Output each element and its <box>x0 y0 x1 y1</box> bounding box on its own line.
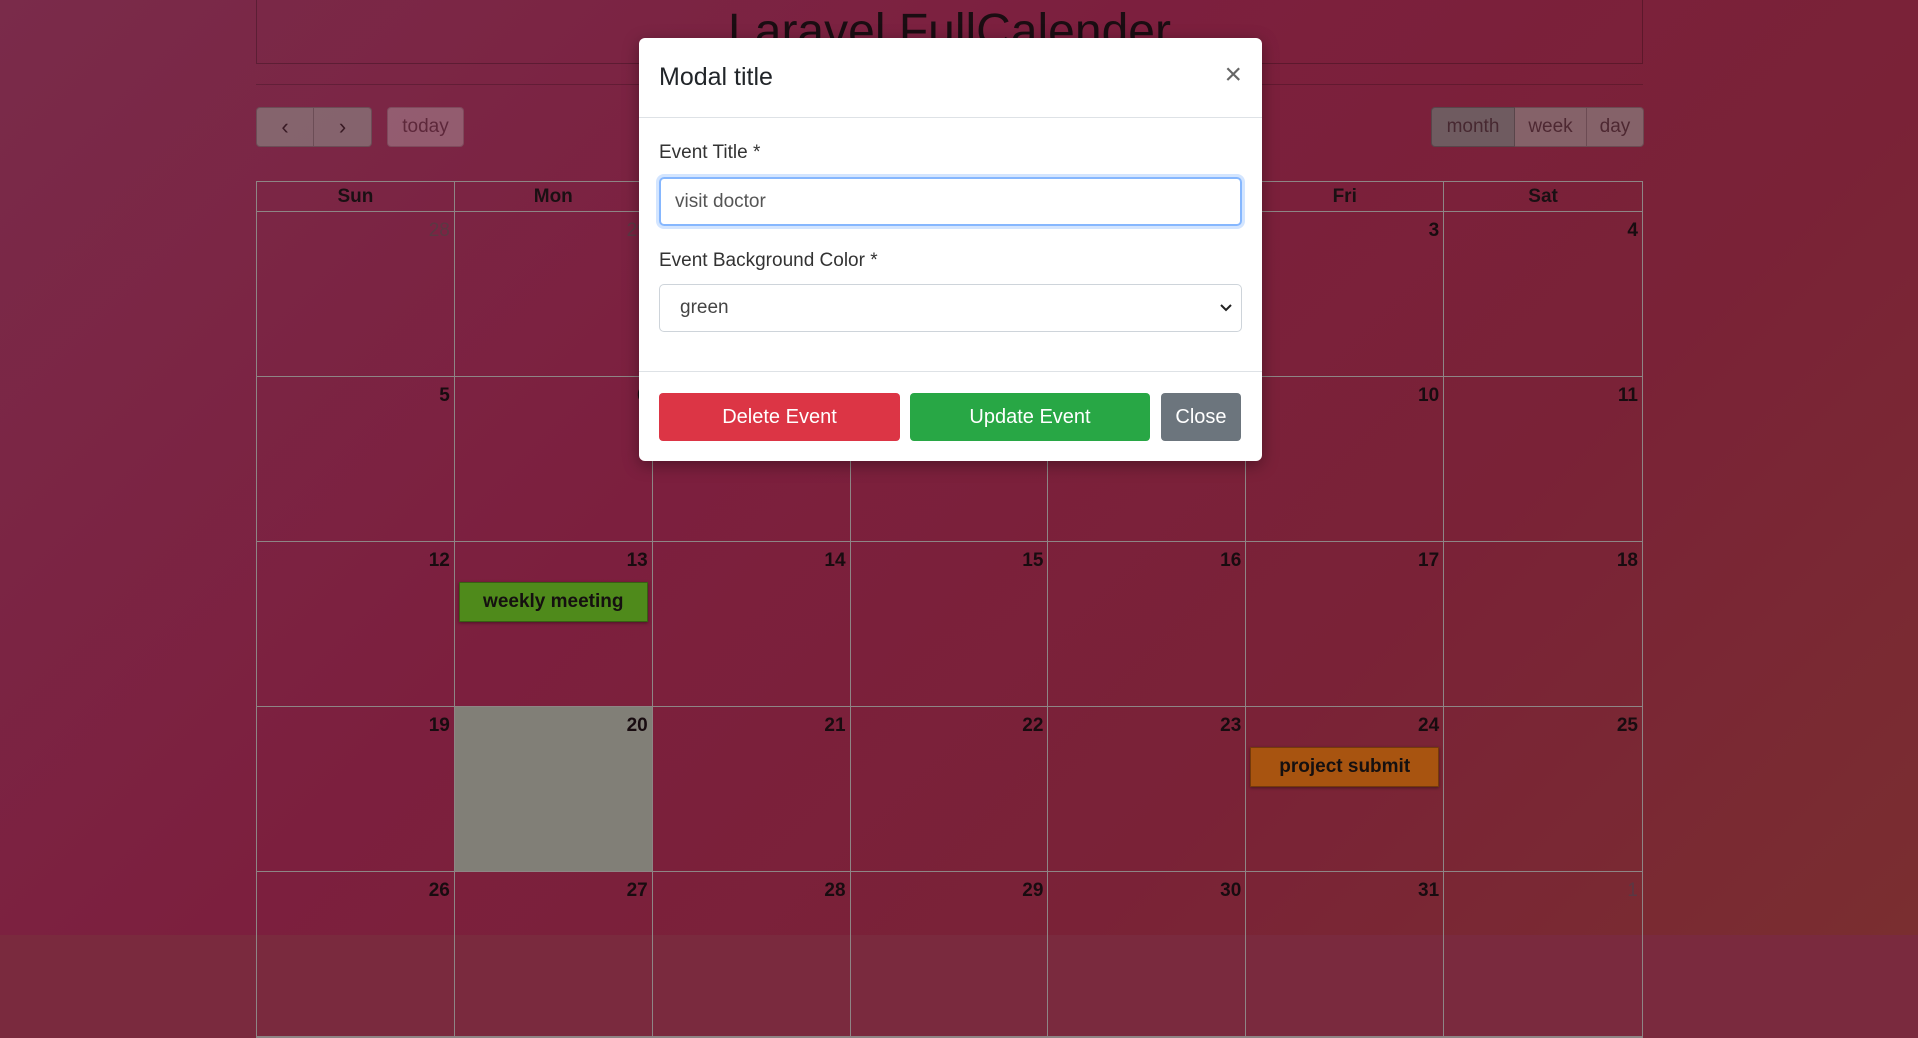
calendar-event[interactable]: weekly meeting <box>458 582 648 622</box>
calendar-event[interactable]: project submit <box>1250 747 1440 787</box>
calendar-day-cell[interactable]: 21 <box>653 707 851 871</box>
chevron-down-icon <box>1219 285 1233 349</box>
day-number: 27 <box>626 880 648 901</box>
calendar-week: 19 20 21 22 23 24 project submit 25 <box>257 707 1642 872</box>
close-icon[interactable]: × <box>1224 60 1242 90</box>
calendar-day-cell[interactable]: 4 <box>1444 212 1642 376</box>
view-button-group: month week day <box>1431 107 1644 147</box>
day-of-week-sat: Sat <box>1528 186 1558 207</box>
day-number: 25 <box>1616 715 1638 736</box>
calendar-day-cell[interactable]: 28 <box>257 212 455 376</box>
event-title-label: Event Title * <box>659 142 761 163</box>
calendar-day-cell[interactable]: 14 <box>653 542 851 706</box>
day-number: 3 <box>1428 220 1440 241</box>
calendar-day-cell[interactable]: 11 <box>1444 377 1642 541</box>
calendar-day-cell[interactable]: 16 <box>1048 542 1247 706</box>
today-button[interactable]: today <box>387 107 464 147</box>
day-number: 19 <box>428 715 450 736</box>
event-title-input[interactable]: visit doctor <box>659 177 1242 226</box>
calendar-day-cell[interactable]: 28 <box>653 872 851 1036</box>
day-number: 5 <box>439 385 450 406</box>
day-of-week-mon: Mon <box>455 182 653 212</box>
calendar-day-cell[interactable]: 25 <box>1444 707 1642 871</box>
chevron-left-icon: ‹ <box>281 114 289 139</box>
day-view-button[interactable]: day <box>1587 107 1644 147</box>
prev-button[interactable]: ‹ <box>256 107 314 147</box>
calendar-day-cell[interactable]: 18 <box>1444 542 1642 706</box>
day-of-week-fri: Fri <box>1246 182 1445 212</box>
day-number: 1 <box>1627 880 1638 901</box>
calendar-day-cell[interactable]: 29 <box>455 212 653 376</box>
calendar-day-cell[interactable]: 6 <box>455 377 653 541</box>
day-number: 30 <box>1220 880 1242 901</box>
calendar-day-cell[interactable]: 15 <box>851 542 1049 706</box>
calendar-week: 26 27 28 29 30 31 1 <box>257 872 1642 1037</box>
calendar-day-cell[interactable]: 30 <box>1048 872 1247 1036</box>
calendar-day-cell[interactable]: 1 <box>1444 872 1642 1036</box>
day-number: 17 <box>1418 550 1440 571</box>
calendar-day-cell[interactable]: 22 <box>851 707 1049 871</box>
day-number: 18 <box>1616 550 1638 571</box>
calendar-day-cell[interactable]: 3 <box>1246 212 1445 376</box>
modal-title: Modal title <box>659 63 773 91</box>
day-of-week-sun: Sun <box>257 182 455 212</box>
delete-event-button[interactable]: Delete Event <box>659 393 900 441</box>
calendar-day-cell[interactable]: 26 <box>257 872 455 1036</box>
day-number: 26 <box>428 880 450 901</box>
day-number: 13 <box>626 550 648 571</box>
day-number: 14 <box>824 550 846 571</box>
calendar-day-cell[interactable]: 27 <box>455 872 653 1036</box>
calendar-day-cell[interactable]: 17 <box>1246 542 1445 706</box>
bg-color-select-value: green <box>680 297 729 318</box>
day-number: 4 <box>1627 220 1638 241</box>
day-number: 24 <box>1418 715 1440 736</box>
calendar-day-cell[interactable]: 29 <box>851 872 1049 1036</box>
week-view-button[interactable]: week <box>1515 107 1587 147</box>
edit-event-modal: Modal title × Event Title * visit doctor… <box>639 38 1262 461</box>
day-number: 21 <box>824 715 846 736</box>
calendar-day-cell[interactable]: 13 weekly meeting <box>455 542 653 706</box>
day-number: 28 <box>824 880 846 901</box>
nav-button-group: ‹ › <box>256 107 372 147</box>
calendar-day-cell[interactable]: 19 <box>257 707 455 871</box>
month-view-button[interactable]: month <box>1431 107 1515 147</box>
bg-color-label: Event Background Color * <box>659 250 878 271</box>
day-number: 23 <box>1220 715 1242 736</box>
update-event-button[interactable]: Update Event <box>910 393 1150 441</box>
close-button[interactable]: Close <box>1161 393 1241 441</box>
next-button[interactable]: › <box>314 107 372 147</box>
day-number: 12 <box>428 550 450 571</box>
calendar-day-cell[interactable]: 31 <box>1246 872 1445 1036</box>
calendar-day-cell[interactable]: 12 <box>257 542 455 706</box>
day-number: 31 <box>1418 880 1440 901</box>
day-number: 22 <box>1022 715 1044 736</box>
modal-header: Modal title × <box>639 38 1262 118</box>
calendar-day-cell[interactable]: 23 <box>1048 707 1247 871</box>
calendar-day-cell[interactable]: 24 project submit <box>1246 707 1445 871</box>
day-number: 11 <box>1617 385 1638 406</box>
day-number: 16 <box>1220 550 1242 571</box>
day-number: 10 <box>1418 385 1440 406</box>
calendar-day-cell[interactable]: 20 <box>454 707 653 871</box>
chevron-right-icon: › <box>338 114 347 139</box>
calendar-day-cell[interactable]: 5 <box>257 377 455 541</box>
day-number: 28 <box>428 220 450 241</box>
day-number: 20 <box>626 715 648 736</box>
day-number: 29 <box>1022 880 1044 901</box>
calendar-day-cell[interactable]: 10 <box>1246 377 1445 541</box>
day-number: 15 <box>1022 550 1044 571</box>
calendar-week: 12 13 weekly meeting 14 15 16 17 18 <box>257 542 1642 707</box>
bg-color-select[interactable]: green <box>659 284 1242 332</box>
